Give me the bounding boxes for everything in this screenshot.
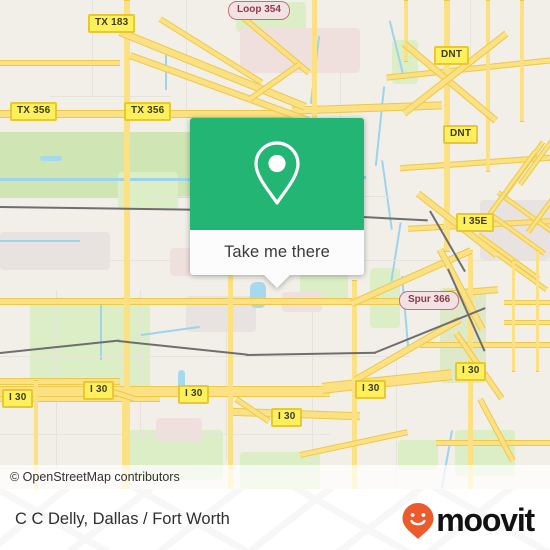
road-shield: DNT xyxy=(443,125,479,144)
place-name-label: C C Delly, Dallas / Fort Worth xyxy=(15,510,230,528)
road-shield: I 30 xyxy=(271,408,303,427)
road-shield: DNT xyxy=(434,46,470,65)
road-shield: Loop 354 xyxy=(228,1,290,20)
take-me-there-label: Take me there xyxy=(224,243,330,261)
road-shield: I 30 xyxy=(83,381,115,400)
popup-pointer-tail xyxy=(264,275,290,288)
map-pin-icon xyxy=(254,141,300,205)
attribution-text: © OpenStreetMap contributors xyxy=(10,470,180,484)
road-shield: I 35E xyxy=(456,213,495,232)
location-popup-card[interactable]: Take me there xyxy=(190,118,364,288)
road-shield: I 30 xyxy=(178,385,210,404)
take-me-there-button[interactable]: Take me there xyxy=(190,230,364,275)
road-shield: TX 356 xyxy=(10,102,58,121)
road-shield: TX 356 xyxy=(124,102,172,121)
road-shield: I 30 xyxy=(2,389,34,408)
road-shield: TX 183 xyxy=(88,14,136,33)
road-shield: I 30 xyxy=(455,362,487,381)
popup-icon-area xyxy=(190,118,364,230)
moovit-map-screen: TX 183 Loop 354 DNT TX 356 TX 356 DNT I 35E Spu… xyxy=(0,0,550,550)
attribution-bar: © OpenStreetMap contributors xyxy=(0,465,550,489)
moovit-brand-logo: moovit xyxy=(401,500,550,540)
road-shield: I 30 xyxy=(355,380,387,399)
road-shield: Spur 366 xyxy=(399,291,460,310)
moovit-smiley-pin-icon xyxy=(402,502,434,539)
footer-bar: C C Delly, Dallas / Fort Worth moovit xyxy=(0,489,550,550)
moovit-wordmark: moovit xyxy=(436,501,535,538)
